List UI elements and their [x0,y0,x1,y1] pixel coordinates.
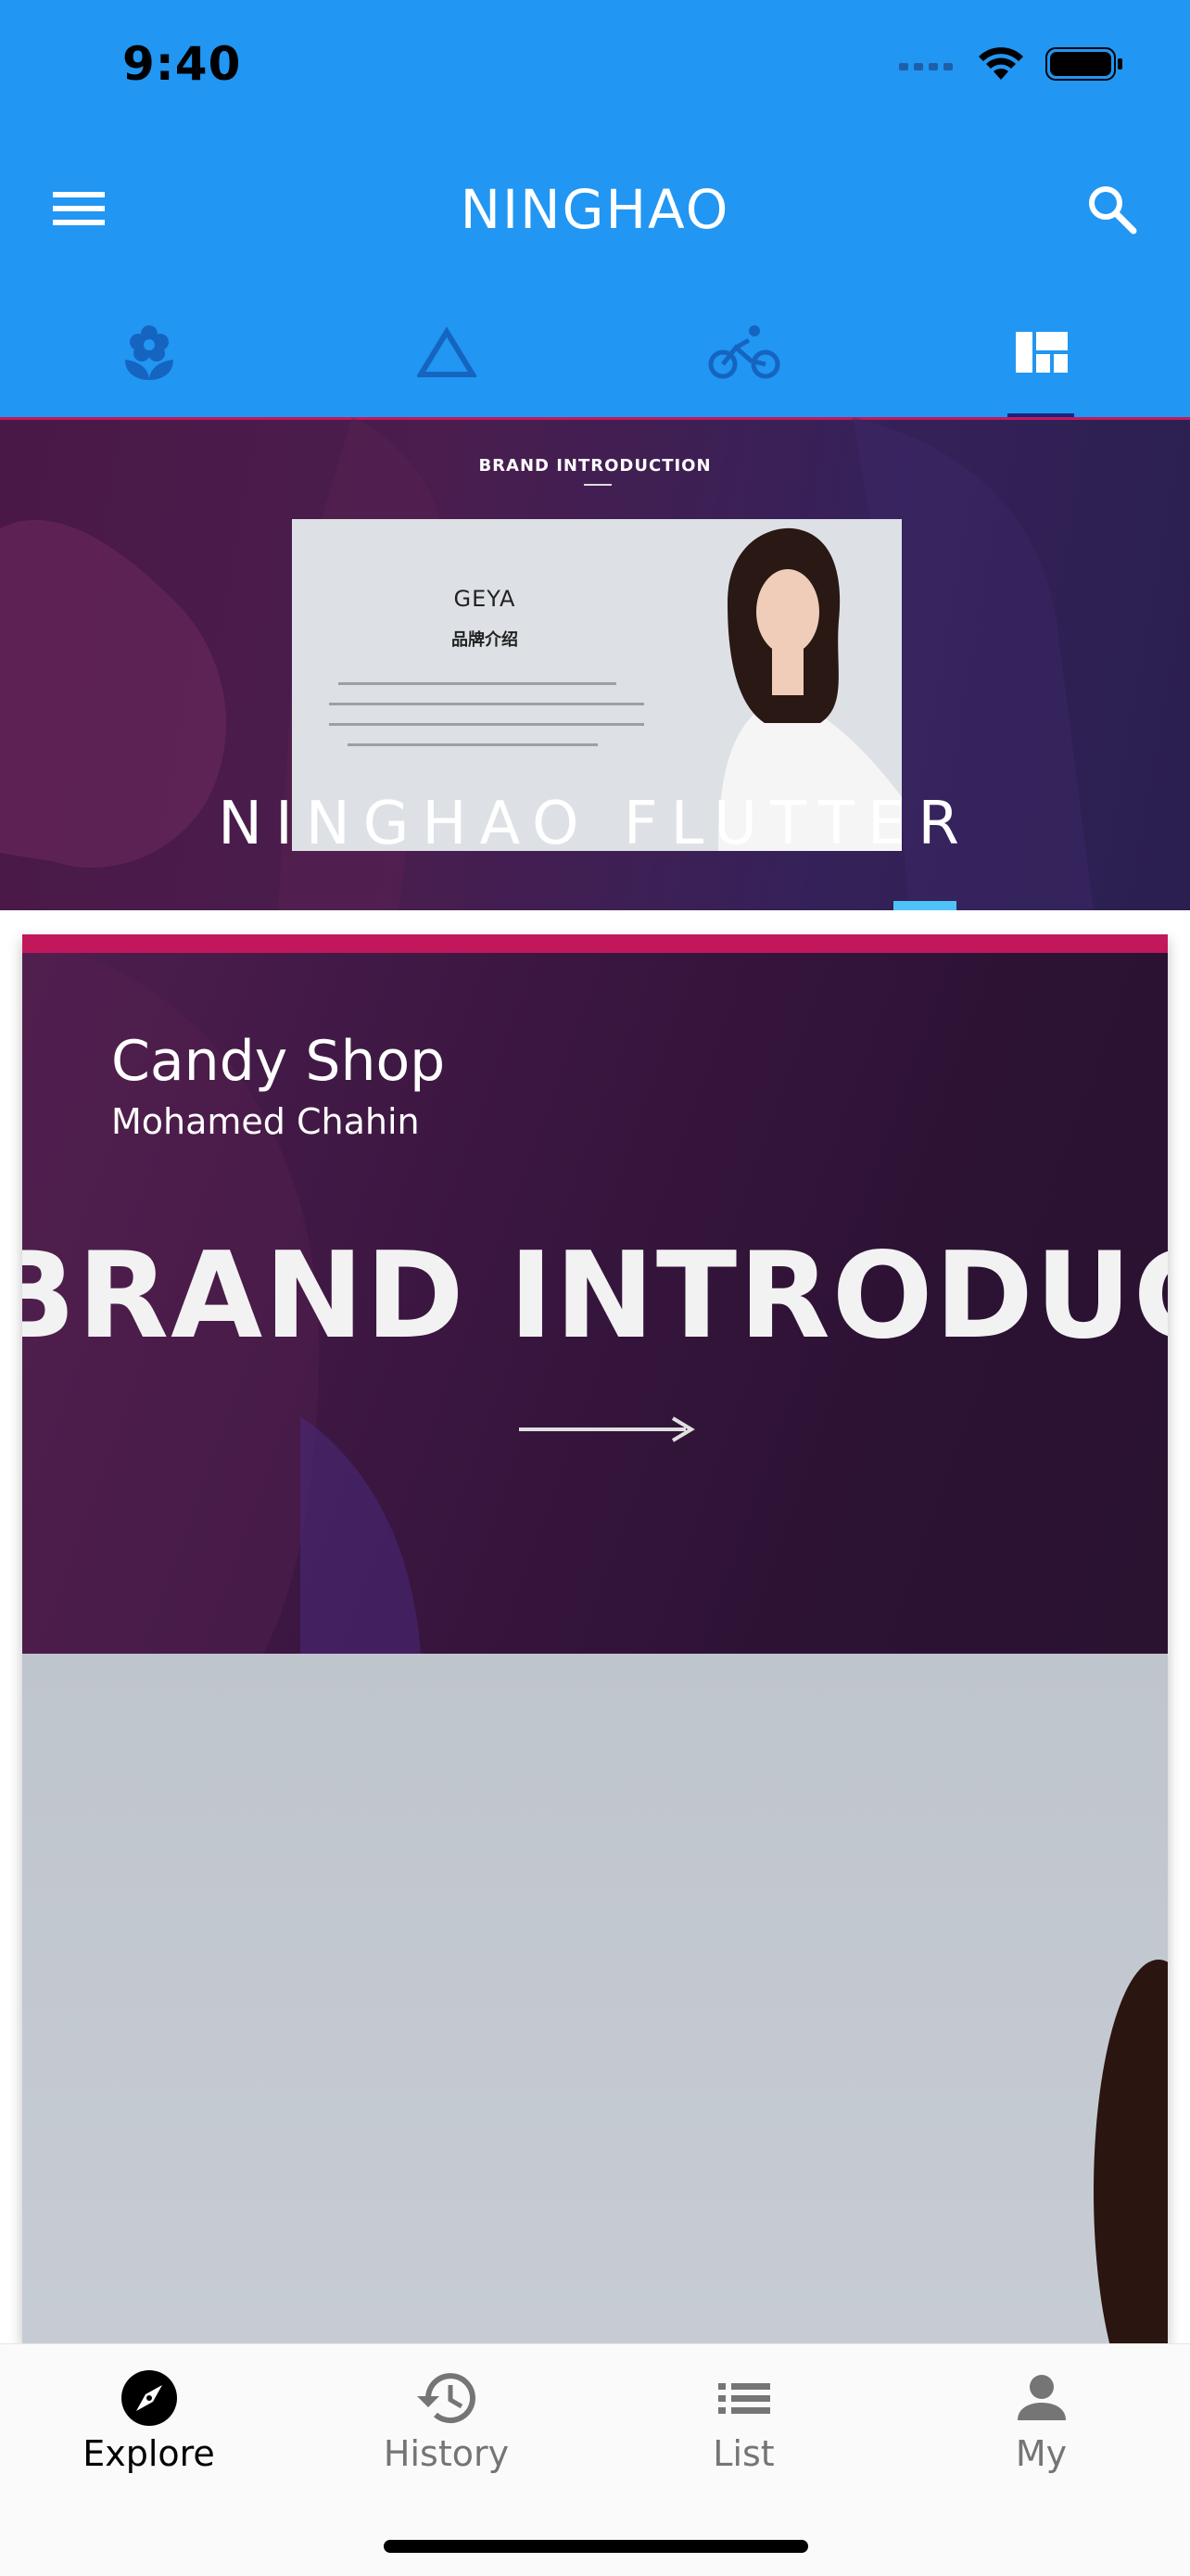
arrow-right-icon [519,1416,695,1442]
search-icon [1089,186,1137,235]
battery-icon [1045,47,1123,84]
list-icon [717,2383,770,2414]
signal-icon [899,57,956,75]
brand-name: GEYA [453,586,516,612]
card-hero-image: Candy Shop Mohamed Chahin BRAND INTRODUC… [22,953,1168,1654]
explore-icon [120,2370,177,2426]
status-time: 9:40 [122,37,242,91]
nav-explore[interactable]: Explore [0,2344,298,2502]
card-subtitle: Mohamed Chahin [111,1101,420,1142]
tab-bar [0,287,1190,417]
post-card[interactable]: Candy Shop Mohamed Chahin BRAND INTRODUC… [22,934,1168,2343]
nav-my[interactable]: My [892,2344,1190,2502]
banner-caption: NINGHAO FLUTTER [218,790,972,858]
banner-page-indicator [893,901,956,910]
card-lower-image [22,1654,1168,2343]
wifi-icon [977,46,1025,85]
search-button[interactable] [1070,171,1153,246]
person-icon [1017,2375,1066,2420]
app-bar: NINGHAO [0,130,1190,287]
card-top-line [22,934,1168,953]
banner-image[interactable]: BRAND INTRODUCTION GEYA 品牌介绍 NINGHAO FLU… [0,417,1190,910]
change-history-icon [416,326,476,377]
nav-my-label: My [1015,2433,1068,2474]
status-bar: 9:40 [0,0,1190,130]
tab-change-history[interactable] [298,287,595,417]
nav-list-label: List [713,2433,775,2474]
tab-view-quilt[interactable] [892,287,1190,417]
app-title: NINGHAO [460,178,730,241]
nav-history-label: History [383,2433,510,2474]
nav-explore-label: Explore [82,2433,215,2474]
status-icons [899,46,1123,85]
brand-subtitle: 品牌介绍 [451,630,518,650]
history-icon [416,2373,475,2424]
banner-arrow [584,484,612,486]
card-title: Candy Shop [111,1029,446,1094]
nav-list[interactable]: List [595,2344,892,2502]
card-hero-text: BRAND INTRODUCTION [22,1227,1168,1365]
home-indicator[interactable] [384,2540,808,2553]
view-quilt-icon [1015,332,1068,373]
local-florist-icon [124,325,173,380]
nav-history[interactable]: History [298,2344,595,2502]
banner-kicker: BRAND INTRODUCTION [478,456,712,476]
hair-edge [1094,1960,1168,2343]
tab-florist[interactable] [0,287,298,417]
tab-bike[interactable] [595,287,892,417]
directions-bike-icon [708,325,779,379]
